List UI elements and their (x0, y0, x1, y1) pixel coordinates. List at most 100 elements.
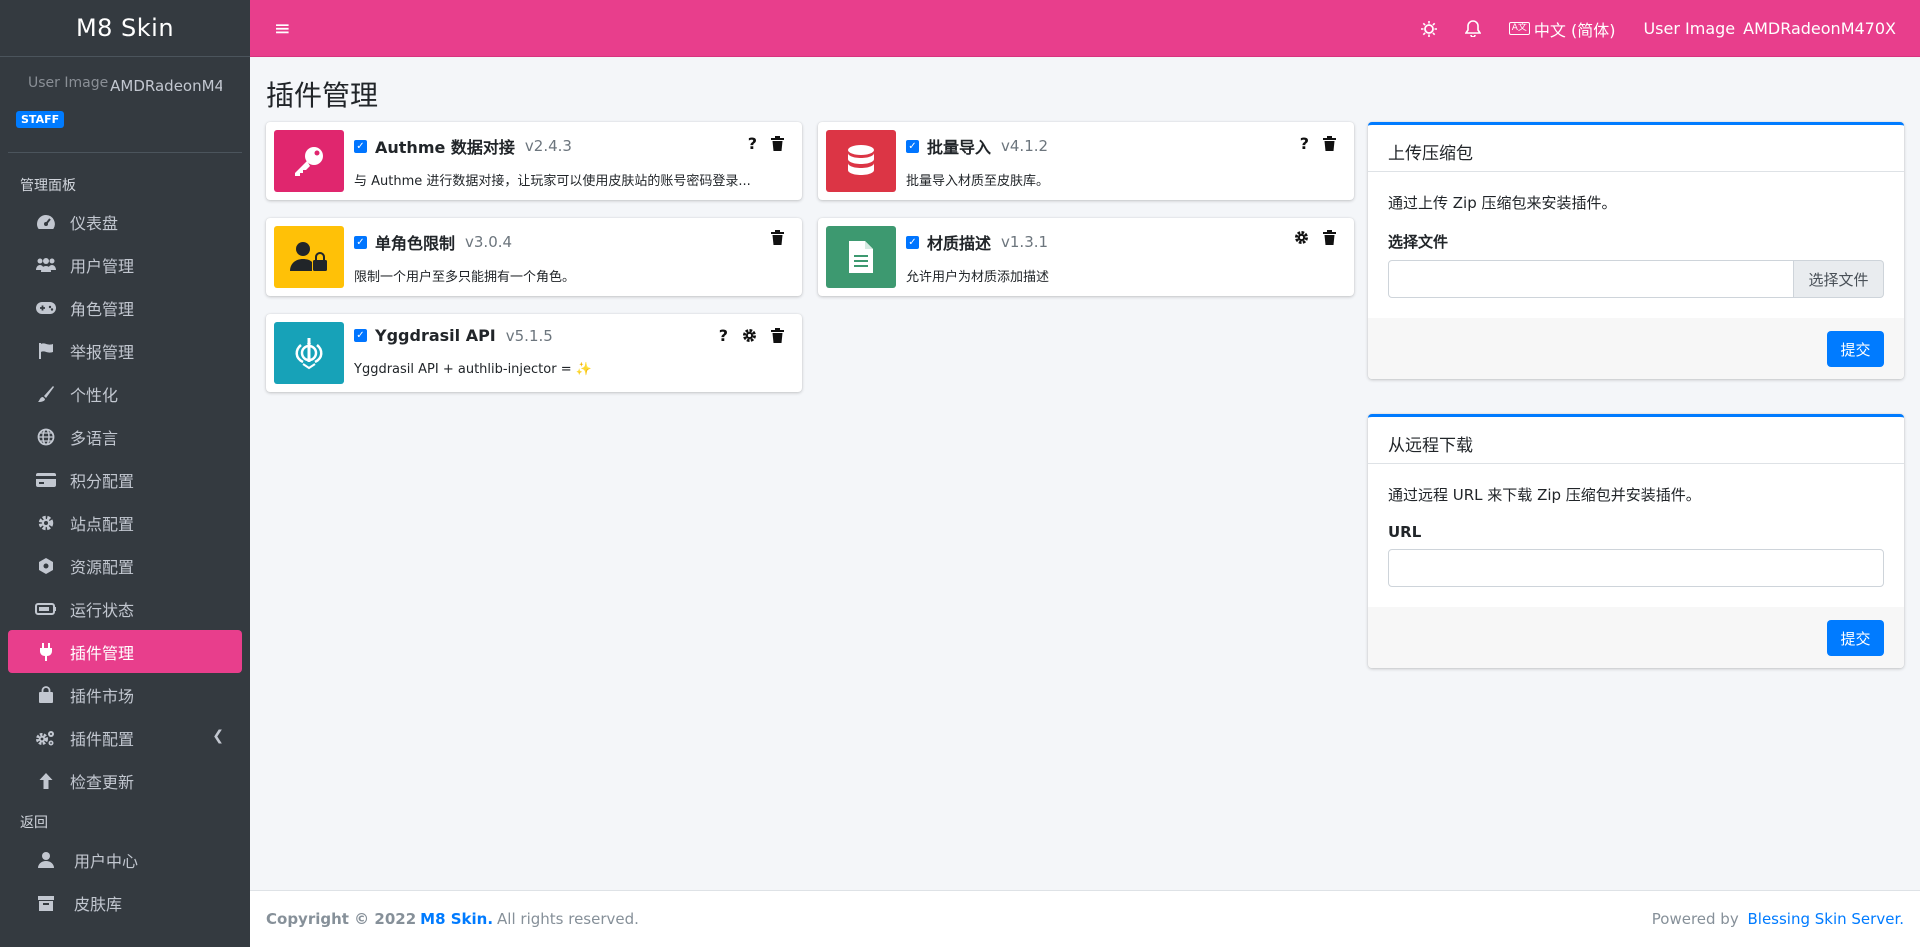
trash-icon[interactable] (771, 136, 784, 151)
navbar-avatar: User Image (1643, 19, 1736, 38)
plugin-card-authme: ✓ Authme 数据对接 v2.4.3 ? 与 Authme 进行数据对接，让… (266, 122, 802, 200)
top-navbar: ≡ A文 中文 (简体) User Image AMDRadeonM470X (250, 0, 1920, 57)
remote-submit-button[interactable]: 提交 (1827, 620, 1884, 656)
sidebar-user-name[interactable]: AMDRadeonM470X (110, 77, 222, 95)
chevron-left-icon: ❮ (212, 728, 224, 744)
blessing-skin-link[interactable]: Blessing Skin Server. (1747, 910, 1904, 928)
paintbrush-icon (34, 384, 58, 404)
sidebar-item-skinlib[interactable]: 皮肤库 (8, 881, 242, 924)
users-icon (34, 255, 58, 275)
plugin-readme-icon[interactable]: ? (748, 134, 757, 153)
footer-brand-link[interactable]: M8 Skin. (420, 910, 493, 928)
trash-icon[interactable] (771, 328, 784, 343)
sidebar-item-label: 举报管理 (70, 342, 135, 362)
sidebar-item-dashboard[interactable]: 仪表盘 (8, 200, 242, 243)
gamepad-icon (34, 298, 58, 318)
navbar-user-menu[interactable]: User Image AMDRadeonM470X (1643, 19, 1896, 38)
sidebar-item-customize[interactable]: 个性化 (8, 372, 242, 415)
key-icon (274, 130, 344, 192)
trash-icon[interactable] (771, 230, 784, 245)
plugin-name: 批量导入 (927, 138, 992, 157)
sidebar-item-label: 个性化 (70, 385, 119, 405)
language-icon: A文 (1508, 22, 1530, 35)
language-selector[interactable]: A文 中文 (简体) (1508, 17, 1616, 41)
plugin-enable-checkbox[interactable]: ✓ (354, 235, 367, 249)
url-input[interactable] (1388, 549, 1884, 587)
sidebar-item-label: 用户管理 (70, 256, 135, 276)
plugin-enable-checkbox[interactable]: ✓ (354, 329, 367, 342)
footer-rights: All rights reserved. (497, 910, 639, 928)
file-input[interactable] (1388, 260, 1794, 298)
sidebar-item-label: 皮肤库 (74, 894, 123, 914)
sidebar-item-label: 插件市场 (70, 686, 135, 706)
globe-icon (34, 427, 58, 447)
brand-link[interactable]: M8 Skin (0, 0, 250, 57)
archive-icon (34, 893, 58, 913)
plugin-description: 与 Authme 进行数据对接，让玩家可以使用皮肤站的账号密码登录... (354, 174, 751, 189)
menu-toggle-icon[interactable]: ≡ (274, 16, 291, 40)
sidebar-item-score[interactable]: 积分配置 (8, 458, 242, 501)
sidebar-item-label: 积分配置 (70, 471, 135, 491)
tachometer-icon (34, 212, 58, 232)
url-label: URL (1388, 523, 1422, 541)
plugin-version: v5.1.5 (505, 326, 553, 345)
theme-toggle-icon[interactable] (1420, 20, 1437, 37)
sidebar-item-resource[interactable]: 资源配置 (8, 544, 242, 587)
sidebar-item-plugin-config[interactable]: 插件配置 ❮ (8, 716, 242, 759)
language-label: 中文 (简体) (1533, 20, 1616, 40)
cog-icon (34, 513, 58, 533)
page-footer: Copyright © 2022 M8 Skin. All rights res… (250, 890, 1920, 947)
sidebar-item-update[interactable]: 检查更新 (8, 759, 242, 802)
plugin-readme-icon[interactable]: ? (1300, 134, 1309, 153)
upload-submit-button[interactable]: 提交 (1827, 331, 1884, 367)
upload-box-title: 上传压缩包 (1368, 125, 1904, 172)
trash-icon[interactable] (1323, 230, 1336, 245)
sidebar-item-label: 插件管理 (70, 643, 135, 663)
sidebar-item-user-center[interactable]: 用户中心 (8, 838, 242, 881)
plugin-enable-checkbox[interactable]: ✓ (354, 139, 367, 153)
plugin-card-yggdrasil: ✓ Yggdrasil API v5.1.5 ? Yggdrasil API +… (266, 314, 802, 392)
plugin-name: 单角色限制 (375, 234, 456, 253)
file-icon (826, 226, 896, 288)
plugin-description: 允许用户为材质添加描述 (906, 270, 1050, 285)
khanda-icon (274, 322, 344, 384)
sidebar-item-status[interactable]: 运行状态 (8, 587, 242, 630)
sidebar-item-label: 站点配置 (70, 514, 135, 534)
user-icon (34, 850, 58, 870)
sidebar-item-label: 用户中心 (74, 851, 139, 871)
gear-icon[interactable] (742, 328, 757, 343)
plugin-card-batch-import: ✓ 批量导入 v4.1.2 ? 批量导入材质至皮肤库。 (818, 122, 1354, 200)
sidebar-item-label: 仪表盘 (70, 213, 119, 233)
plugin-name: Yggdrasil API (375, 326, 496, 345)
powered-by-prefix: Powered by (1651, 910, 1744, 928)
sidebar-item-users[interactable]: 用户管理 (8, 243, 242, 286)
navbar-user-name: AMDRadeonM470X (1743, 19, 1896, 38)
trash-icon[interactable] (1323, 136, 1336, 151)
plugin-name: Authme 数据对接 (375, 138, 515, 157)
nav-header-admin: 管理面板 (20, 178, 76, 194)
flag-icon (34, 341, 58, 361)
plugin-version: v1.3.1 (1001, 233, 1049, 251)
notifications-bell-icon[interactable] (1464, 20, 1481, 37)
staff-badge: STAFF (16, 111, 65, 128)
plugin-enable-checkbox[interactable]: ✓ (906, 139, 919, 153)
sidebar-item-label: 插件配置 (70, 729, 135, 749)
plugin-description: 批量导入材质至皮肤库。 (906, 174, 1050, 189)
plugin-enable-checkbox[interactable]: ✓ (906, 235, 919, 249)
sidebar-item-i18n[interactable]: 多语言 (8, 415, 242, 458)
sidebar-item-players[interactable]: 角色管理 (8, 286, 242, 329)
file-label: 选择文件 (1388, 233, 1449, 251)
sidebar-item-label: 资源配置 (70, 557, 135, 577)
sidebar-item-market[interactable]: 插件市场 (8, 673, 242, 716)
plugin-card-texture-desc: ✓ 材质描述 v1.3.1 允许用户为材质添加描述 (818, 218, 1354, 296)
copyright-prefix: Copyright © 2022 (266, 910, 417, 928)
remote-download-box: 从远程下载 通过远程 URL 来下载 Zip 压缩包并安装插件。 URL 提交 (1368, 414, 1904, 668)
plugin-readme-icon[interactable]: ? (719, 326, 728, 345)
upload-zip-box: 上传压缩包 通过上传 Zip 压缩包来安装插件。 选择文件 选择文件 提交 (1368, 122, 1904, 379)
sidebar-item-reports[interactable]: 举报管理 (8, 329, 242, 372)
sidebar-item-options[interactable]: 站点配置 (8, 501, 242, 544)
database-icon (826, 130, 896, 192)
gear-icon[interactable] (1294, 230, 1309, 245)
sidebar-item-plugins[interactable]: 插件管理 (8, 630, 242, 673)
browse-file-button[interactable]: 选择文件 (1794, 260, 1884, 298)
